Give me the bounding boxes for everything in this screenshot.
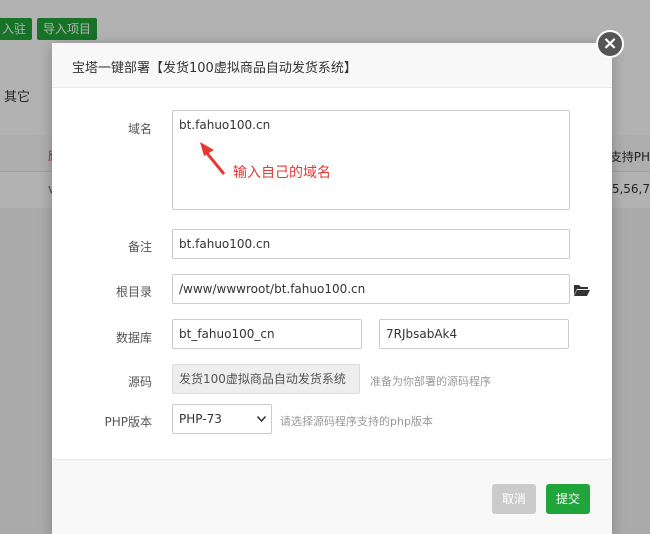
arrow-annotation-icon: [200, 142, 226, 175]
close-button[interactable]: ×: [596, 30, 624, 58]
chevron-down-icon: [257, 416, 266, 422]
database-password-input[interactable]: 7RJbsabAk4: [379, 319, 569, 349]
folder-open-icon[interactable]: [574, 284, 590, 296]
php-version-label: PHP版本: [104, 415, 153, 429]
domain-textarea[interactable]: bt.fahuo100.cn: [172, 110, 570, 210]
modal-header: 宝塔一键部署【发货100虚拟商品自动发货系统】: [52, 43, 612, 88]
php-version-value: PHP-73: [179, 412, 222, 426]
source-hint: 准备为你部署的源码程序: [370, 375, 491, 388]
remark-label: 备注: [127, 240, 152, 254]
php-version-select[interactable]: PHP-73: [172, 404, 272, 434]
submit-button[interactable]: 提交: [546, 484, 591, 514]
modal-title: 宝塔一键部署【发货100虚拟商品自动发货系统】: [72, 61, 357, 76]
cancel-button[interactable]: 取消: [492, 484, 537, 514]
domain-label: 域名: [127, 122, 152, 136]
close-icon: ×: [602, 33, 618, 54]
root-dir-label: 根目录: [115, 285, 152, 299]
domain-annotation: 输入自己的域名: [233, 165, 331, 181]
database-label: 数据库: [115, 331, 152, 345]
source-label: 源码: [127, 375, 152, 389]
database-name-input[interactable]: bt_fahuo100_cn: [172, 319, 362, 349]
root-dir-input[interactable]: /www/wwwroot/bt.fahuo100.cn: [172, 274, 570, 304]
modal-footer: 取消 提交: [52, 459, 612, 534]
remark-input[interactable]: bt.fahuo100.cn: [172, 229, 570, 259]
source-input: 发货100虚拟商品自动发货系统: [172, 364, 360, 394]
php-version-hint: 请选择源码程序支持的php版本: [280, 415, 433, 428]
deploy-modal: 宝塔一键部署【发货100虚拟商品自动发货系统】 域名 bt.fahuo100.c…: [52, 43, 612, 534]
